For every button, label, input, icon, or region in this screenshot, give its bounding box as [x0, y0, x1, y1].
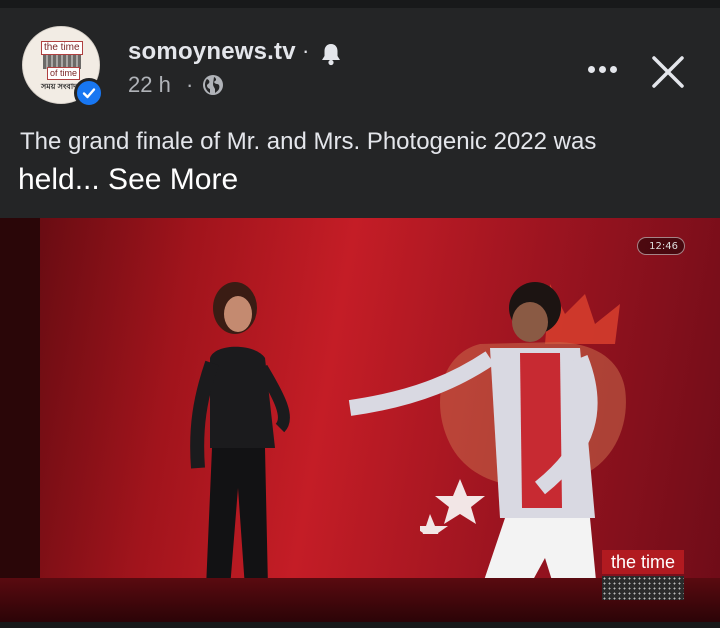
watermark-logo: the time: [602, 550, 684, 602]
bottom-divider: [0, 622, 720, 628]
verified-badge-icon: [74, 78, 104, 108]
dancer-male: [348, 282, 600, 622]
post-time[interactable]: 22 h: [128, 72, 171, 98]
watermark-text: the time: [602, 550, 684, 574]
caption-text-line-1: The grand finale of Mr. and Mrs. Photoge…: [20, 128, 597, 155]
watermark-map: [602, 576, 684, 600]
top-divider: [0, 0, 720, 8]
post-caption: The grand finale of Mr. and Mrs. Photoge…: [18, 124, 700, 200]
avatar-logo-text-2: of time: [47, 67, 81, 80]
more-options-icon[interactable]: [582, 54, 622, 84]
avatar-logo-text-3: সময় সংবাদ: [41, 82, 78, 91]
avatar-logo-text-1: the time: [41, 41, 83, 55]
post-header: the time of time সময় সংবাদ somoynews.tv…: [0, 8, 720, 120]
name-separator: ·: [302, 38, 310, 63]
caption-text-line-2[interactable]: held... See More: [18, 160, 700, 200]
video-timestamp: 12:46: [637, 237, 685, 255]
time-separator: ·: [186, 72, 194, 97]
video-stage-side: [0, 218, 40, 622]
bell-icon[interactable]: [320, 42, 342, 66]
globe-icon: [202, 74, 224, 96]
page-avatar[interactable]: the time of time সময় সংবাদ: [22, 26, 104, 108]
dancer-female: [190, 282, 290, 588]
close-icon[interactable]: [648, 52, 688, 92]
video-player[interactable]: 12:46 the time: [0, 218, 720, 622]
page-name-link[interactable]: somoynews.tv: [128, 38, 296, 66]
